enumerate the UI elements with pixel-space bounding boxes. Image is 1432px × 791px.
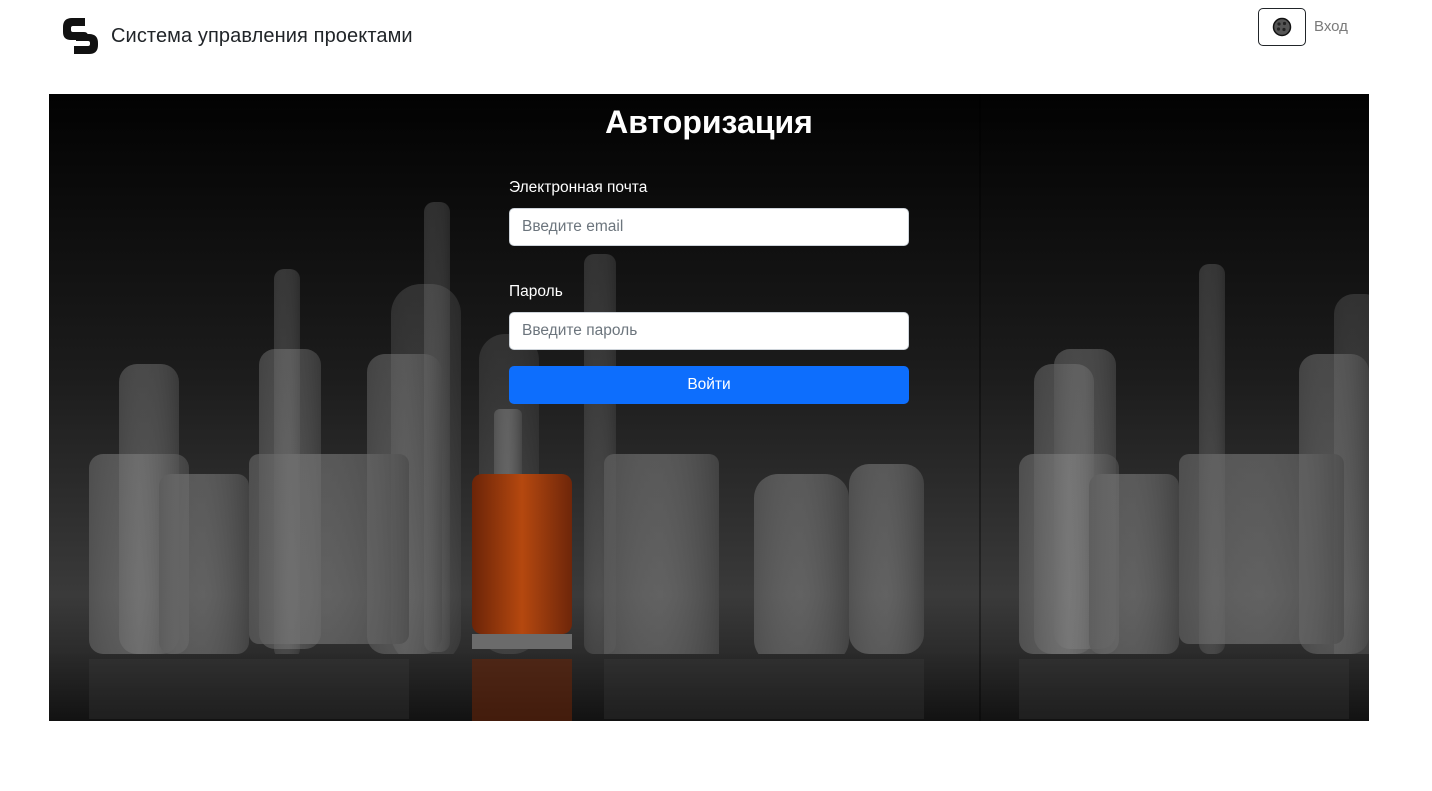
theme-toggle-button[interactable] <box>1258 8 1306 46</box>
field-spacer <box>509 246 909 280</box>
password-label: Пароль <box>509 283 563 300</box>
email-label: Электронная почта <box>509 179 648 196</box>
palette-icon <box>1272 17 1292 37</box>
auth-hero-section: Авторизация Электронная почта Пароль Вой… <box>49 94 1369 721</box>
auth-title: Авторизация <box>605 104 813 140</box>
brand-home-link[interactable]: Система управления проектами <box>60 14 413 58</box>
brand-title: Система управления проектами <box>111 24 413 47</box>
password-input[interactable] <box>509 312 909 350</box>
login-form: Электронная почта Пароль Войти <box>509 176 909 404</box>
login-link[interactable]: Вход <box>1314 18 1348 35</box>
login-submit-button[interactable]: Войти <box>509 366 909 404</box>
brand-logo-icon <box>63 18 98 54</box>
top-navbar: Система управления проектами Вход <box>0 0 1432 72</box>
email-input[interactable] <box>509 208 909 246</box>
